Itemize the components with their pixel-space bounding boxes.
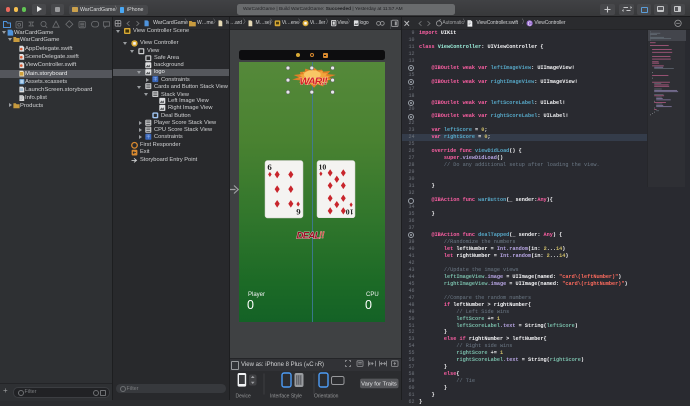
svg-text:10: 10 <box>346 207 354 216</box>
svg-text:Vary for Traits: Vary for Traits <box>361 381 397 387</box>
svg-text:6: 6 <box>296 207 301 217</box>
svg-text:C: C <box>528 21 532 27</box>
svg-text:6: 6 <box>267 162 272 172</box>
svg-text:Device: Device <box>236 394 252 400</box>
svg-text:10: 10 <box>318 162 326 171</box>
svg-text:DEAL: DEAL <box>297 231 321 242</box>
svg-text:Orientation: Orientation <box>314 394 339 400</box>
svg-text:!!: !! <box>319 230 324 240</box>
svg-text:Interface Style: Interface Style <box>270 394 302 400</box>
